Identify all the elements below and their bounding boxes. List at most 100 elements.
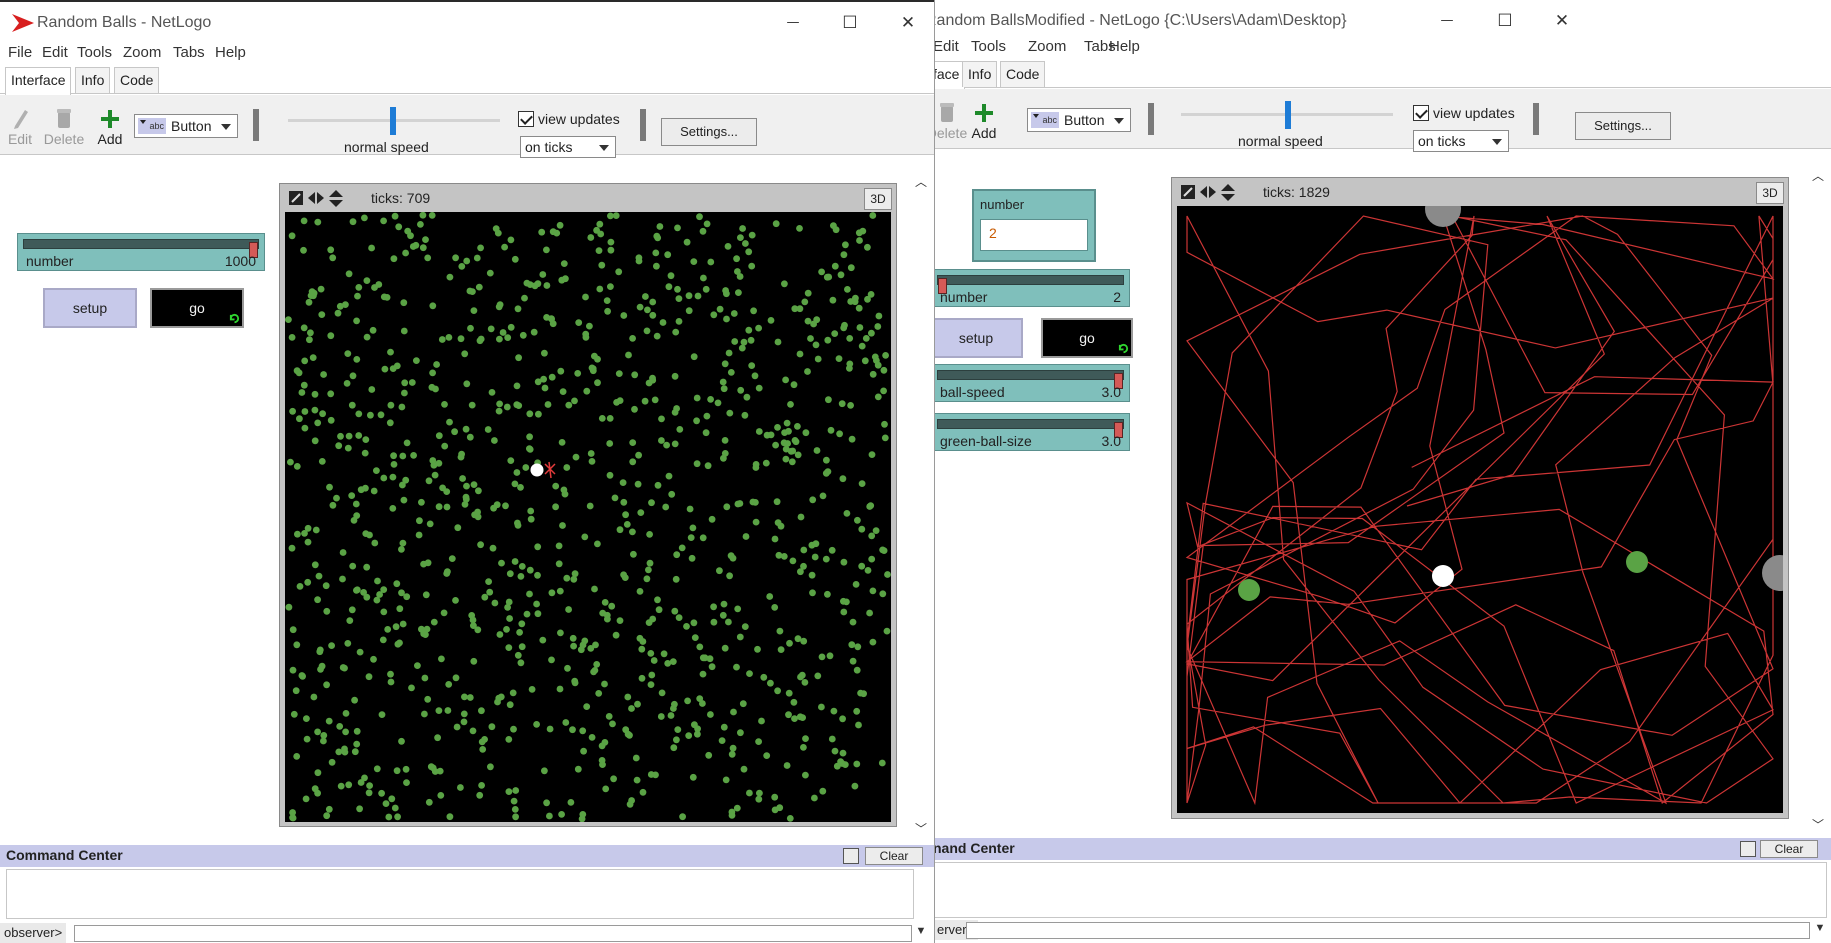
add-tool[interactable]: Add bbox=[86, 107, 134, 147]
command-output[interactable] bbox=[933, 862, 1827, 918]
green-ball bbox=[594, 355, 601, 363]
slider-track[interactable] bbox=[23, 239, 259, 258]
green-ball bbox=[656, 223, 664, 230]
expand-icon[interactable] bbox=[843, 848, 859, 864]
settings-button[interactable]: Settings... bbox=[1575, 112, 1671, 140]
green-ball bbox=[728, 750, 736, 758]
settings-button[interactable]: Settings... bbox=[661, 118, 757, 146]
scroll-down-icon[interactable]: ﹀ bbox=[915, 820, 927, 837]
menu-tabs[interactable]: Tabs bbox=[173, 44, 205, 61]
tab-code[interactable]: Code bbox=[1000, 61, 1046, 87]
green-ball bbox=[391, 804, 399, 812]
minimize-button[interactable]: — bbox=[1424, 8, 1470, 34]
update-mode-select[interactable]: on ticks bbox=[1413, 130, 1509, 152]
menu-tools[interactable]: Tools bbox=[77, 44, 112, 61]
slider-track[interactable] bbox=[937, 419, 1124, 438]
view-updates-checkbox[interactable] bbox=[518, 111, 534, 127]
green-ball bbox=[708, 663, 716, 671]
tab-interface[interactable]: face bbox=[933, 61, 966, 89]
clear-button[interactable]: Clear bbox=[865, 847, 923, 865]
update-mode-select[interactable]: on ticks bbox=[520, 136, 616, 158]
maximize-button[interactable]: ☐ bbox=[827, 10, 873, 36]
close-button[interactable]: ✕ bbox=[1539, 8, 1585, 34]
world-view[interactable]: ticks: 1829 3D bbox=[1171, 177, 1789, 819]
interface-scrollbar[interactable]: ︿ ﹀ bbox=[912, 171, 930, 839]
green-ball bbox=[844, 286, 851, 293]
green-ball bbox=[389, 365, 397, 372]
view-controls-icon[interactable] bbox=[288, 190, 344, 208]
green-ball bbox=[604, 307, 611, 315]
menu-tools[interactable]: Tools bbox=[971, 38, 1006, 55]
title-bar[interactable]: Random Balls - NetLogo — ☐ ✕ bbox=[0, 2, 934, 40]
green-ball bbox=[345, 781, 353, 789]
command-input[interactable] bbox=[966, 922, 1810, 939]
slider-track[interactable] bbox=[937, 275, 1124, 294]
history-dropdown-icon[interactable]: ▼ bbox=[1811, 922, 1829, 939]
title-bar[interactable]: Random BallsModified - NetLogo {C:\Users… bbox=[933, 0, 1831, 38]
menu-edit[interactable]: Edit bbox=[933, 38, 959, 55]
add-tool[interactable]: Add bbox=[960, 101, 1008, 141]
green-ball bbox=[560, 486, 568, 494]
widget-type-select[interactable]: abc Button bbox=[134, 114, 238, 138]
menu-zoom[interactable]: Zoom bbox=[123, 44, 161, 61]
green-ball bbox=[329, 501, 337, 509]
edit-tool[interactable]: Edit bbox=[0, 107, 44, 147]
world-canvas[interactable] bbox=[285, 212, 891, 822]
green-ball bbox=[502, 502, 509, 510]
scroll-up-icon[interactable]: ︿ bbox=[915, 173, 927, 190]
green-ball bbox=[776, 804, 784, 812]
scroll-down-icon[interactable]: ﹀ bbox=[1812, 816, 1824, 833]
3d-button[interactable]: 3D bbox=[1756, 182, 1784, 204]
ball-speed-slider[interactable]: ball-speed 3.0 bbox=[933, 364, 1130, 402]
green-ball-size-slider[interactable]: green-ball-size 3.0 bbox=[933, 413, 1130, 451]
observer-label[interactable]: observer> bbox=[0, 923, 67, 943]
slider-track[interactable] bbox=[937, 370, 1124, 389]
monitor-value: 2 bbox=[980, 219, 1088, 251]
green-ball bbox=[302, 795, 310, 803]
widget-type-select[interactable]: abc Button bbox=[1027, 108, 1131, 132]
setup-button[interactable]: setup bbox=[43, 288, 137, 328]
scroll-up-icon[interactable]: ︿ bbox=[1812, 167, 1824, 184]
menu-edit[interactable]: Edit bbox=[42, 44, 68, 61]
green-ball bbox=[296, 415, 303, 423]
world-canvas[interactable] bbox=[1177, 206, 1783, 813]
go-button[interactable]: go bbox=[1041, 318, 1133, 358]
green-ball bbox=[733, 663, 740, 671]
speed-slider-thumb[interactable] bbox=[1285, 101, 1291, 129]
tab-code[interactable]: Code bbox=[114, 67, 160, 93]
green-ball bbox=[314, 769, 322, 777]
slider-value: 3.0 bbox=[1101, 384, 1121, 400]
world-view[interactable]: ticks: 709 3D bbox=[279, 183, 897, 827]
go-button[interactable]: go bbox=[150, 288, 244, 328]
speed-slider-thumb[interactable] bbox=[390, 107, 396, 135]
green-ball bbox=[606, 415, 614, 422]
command-input[interactable] bbox=[74, 925, 912, 942]
3d-button[interactable]: 3D bbox=[864, 188, 892, 210]
tab-interface[interactable]: Interface bbox=[5, 67, 72, 95]
green-ball bbox=[650, 657, 658, 664]
menu-zoom[interactable]: Zoom bbox=[1028, 38, 1066, 55]
green-ball bbox=[664, 660, 672, 667]
minimize-button[interactable]: — bbox=[770, 10, 816, 36]
setup-button[interactable]: setup bbox=[933, 318, 1023, 358]
clear-button[interactable]: Clear bbox=[1760, 840, 1818, 858]
number-slider[interactable]: number 1000 bbox=[17, 233, 265, 271]
expand-icon[interactable] bbox=[1740, 841, 1756, 857]
maximize-button[interactable]: ☐ bbox=[1482, 8, 1528, 34]
menu-file[interactable]: File bbox=[8, 44, 32, 61]
command-output[interactable] bbox=[6, 869, 914, 919]
green-ball bbox=[796, 713, 804, 721]
green-ball bbox=[854, 643, 862, 651]
green-ball bbox=[489, 544, 497, 552]
interface-scrollbar[interactable]: ︿ ﹀ bbox=[1809, 165, 1827, 835]
menu-help[interactable]: Help bbox=[1109, 38, 1140, 55]
delete-tool[interactable]: Delete bbox=[40, 107, 88, 147]
menu-help[interactable]: Help bbox=[215, 44, 246, 61]
tab-info[interactable]: Info bbox=[75, 67, 111, 93]
tab-info[interactable]: Info bbox=[962, 61, 998, 87]
history-dropdown-icon[interactable]: ▼ bbox=[912, 925, 930, 942]
view-controls-icon[interactable] bbox=[1180, 184, 1236, 202]
close-button[interactable]: ✕ bbox=[885, 10, 931, 36]
number-slider[interactable]: number 2 bbox=[933, 269, 1130, 307]
view-updates-checkbox[interactable] bbox=[1413, 105, 1429, 121]
